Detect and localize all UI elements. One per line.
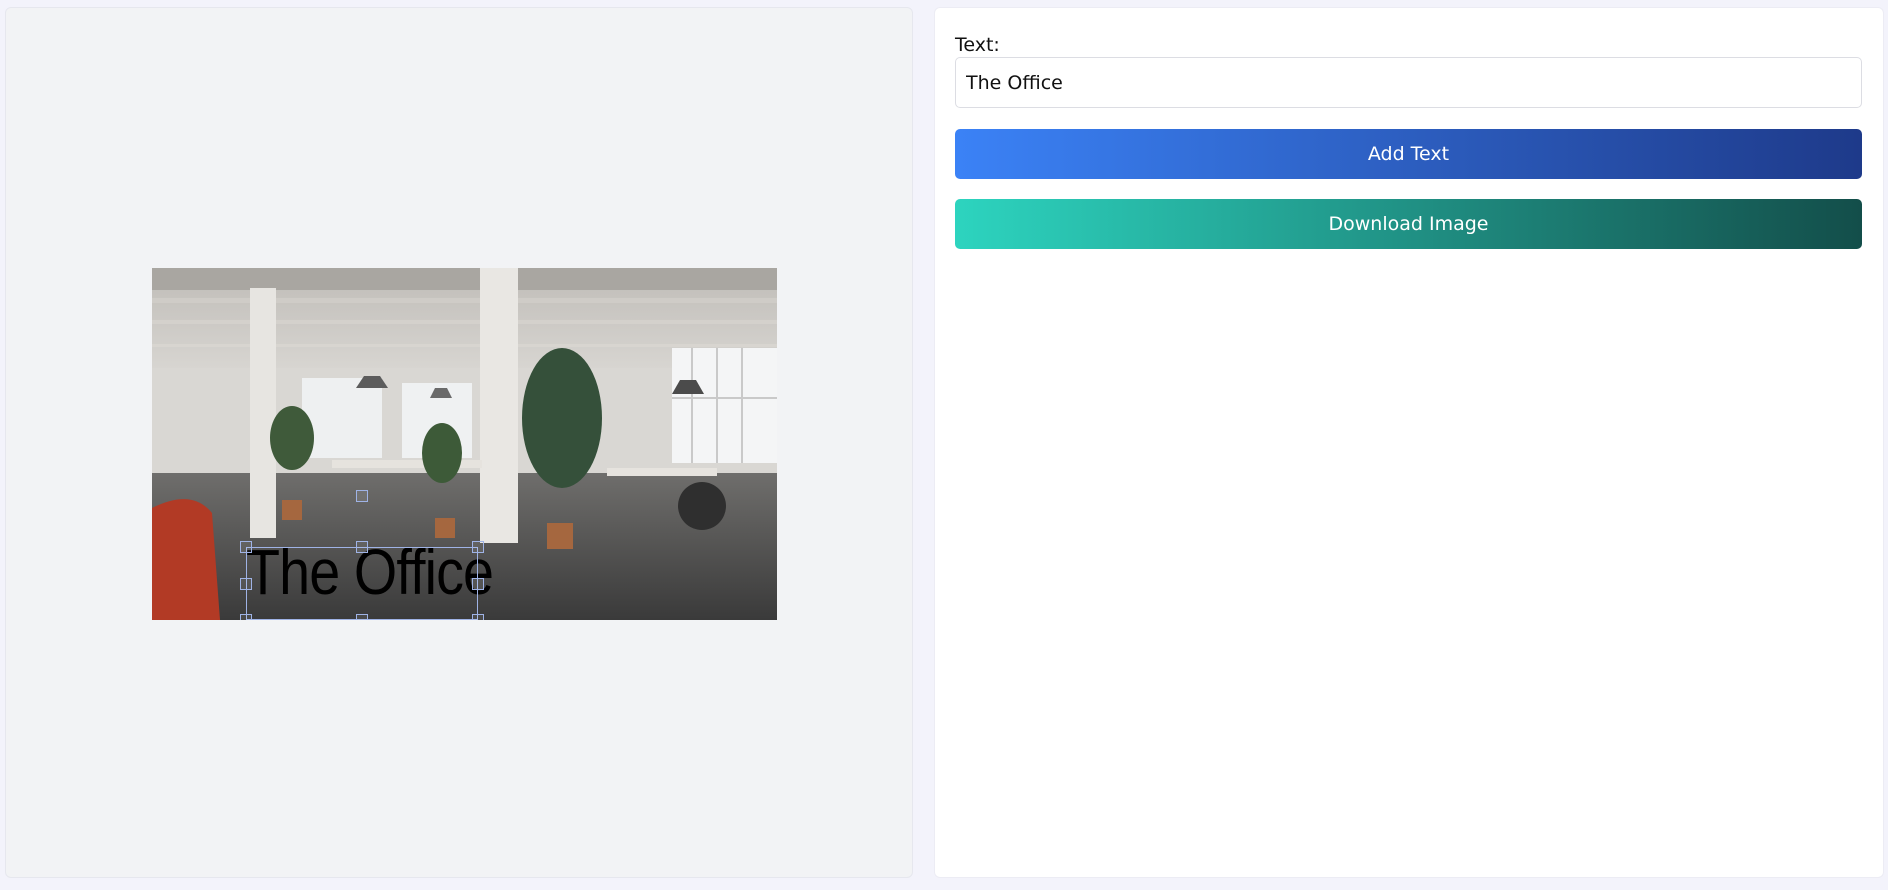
text-label: Text: bbox=[955, 34, 1000, 56]
rotate-handle[interactable] bbox=[356, 490, 368, 502]
canvas-panel: The Office bbox=[5, 7, 913, 878]
resize-handle-top-center[interactable] bbox=[356, 541, 368, 553]
text-selection-box[interactable] bbox=[246, 547, 478, 620]
resize-handle-bottom-right[interactable] bbox=[472, 614, 484, 620]
resize-handle-top-left[interactable] bbox=[240, 541, 252, 553]
add-text-button[interactable]: Add Text bbox=[955, 129, 1862, 179]
resize-handle-bottom-center[interactable] bbox=[356, 614, 368, 620]
resize-handle-middle-right[interactable] bbox=[472, 578, 484, 590]
download-image-button[interactable]: Download Image bbox=[955, 199, 1862, 249]
resize-handle-top-right[interactable] bbox=[472, 541, 484, 553]
text-input[interactable] bbox=[955, 57, 1862, 108]
controls-panel: Text: Add Text Download Image bbox=[934, 7, 1884, 878]
resize-handle-bottom-left[interactable] bbox=[240, 614, 252, 620]
resize-handle-middle-left[interactable] bbox=[240, 578, 252, 590]
office-photo[interactable]: The Office bbox=[152, 268, 777, 620]
